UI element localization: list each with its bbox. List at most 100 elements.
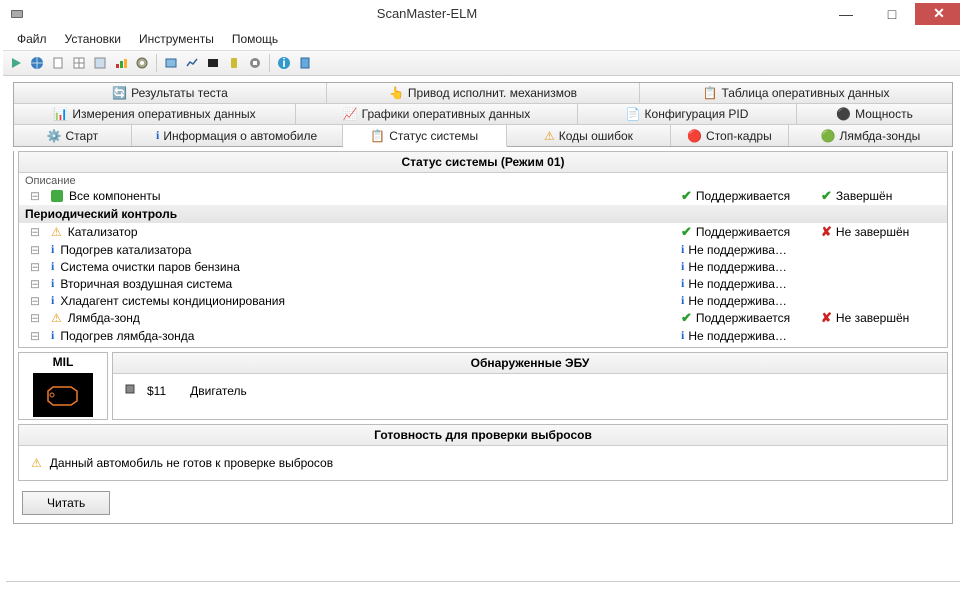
warning-icon: ⚠ bbox=[51, 346, 62, 347]
results-icon: 🔄 bbox=[112, 86, 127, 100]
item-result: Завершён bbox=[836, 189, 892, 203]
tb-line-icon[interactable] bbox=[183, 54, 201, 72]
tab-pid[interactable]: 📄Конфигурация PID bbox=[578, 104, 797, 124]
item-name: Система очистки паров бензина bbox=[60, 260, 240, 274]
list-item[interactable]: ⊟iПодогрев катализатораiНе поддержива… bbox=[19, 241, 947, 258]
list-item[interactable]: ⊟iХладагент системы кондиционированияiНе… bbox=[19, 292, 947, 309]
list-item[interactable]: ⊟Все компоненты✔Поддерживается✔Завершён bbox=[19, 187, 947, 205]
tb-stop-icon[interactable] bbox=[246, 54, 264, 72]
graph-icon: 📈 bbox=[343, 107, 358, 121]
menu-file[interactable]: Файл bbox=[9, 30, 55, 48]
info-icon: i bbox=[51, 328, 54, 343]
tb-globe-icon[interactable] bbox=[28, 54, 46, 72]
main-panel: Статус системы (Режим 01) Описание ⊟Все … bbox=[13, 151, 953, 524]
tb-run-icon[interactable] bbox=[7, 54, 25, 72]
maximize-button[interactable]: □ bbox=[869, 3, 915, 25]
tb-book-icon[interactable] bbox=[296, 54, 314, 72]
start-icon: ⚙️ bbox=[47, 129, 62, 143]
item-name: Подогрев катализатора bbox=[60, 243, 191, 257]
item-name: Все компоненты bbox=[69, 189, 161, 203]
tb-yellow-icon[interactable] bbox=[225, 54, 243, 72]
status-list[interactable]: ⊟Все компоненты✔Поддерживается✔ЗавершёнП… bbox=[19, 187, 947, 347]
tb-doc-icon[interactable] bbox=[49, 54, 67, 72]
menu-help[interactable]: Помощь bbox=[224, 30, 286, 48]
svg-text:i: i bbox=[282, 56, 285, 70]
ecu-name: Двигатель bbox=[190, 384, 247, 398]
x-icon: ✘ bbox=[821, 310, 832, 326]
info-icon: i bbox=[156, 128, 159, 143]
actuator-icon: 👆 bbox=[389, 86, 404, 100]
item-support: Поддерживается bbox=[696, 346, 790, 347]
item-name: Подогрев лямбда-зонда bbox=[60, 329, 194, 343]
tab-error-codes[interactable]: ⚠Коды ошибок bbox=[507, 125, 671, 146]
lambda-icon: 🟢 bbox=[821, 129, 836, 143]
titlebar: ScanMaster-ELM — □ ✕ bbox=[3, 0, 960, 28]
read-button[interactable]: Читать bbox=[22, 491, 110, 515]
statusbar bbox=[6, 581, 960, 597]
warn-icon: ⚠ bbox=[544, 129, 555, 143]
list-item[interactable]: ⊟iСистема очистки паров бензинаiНе подде… bbox=[19, 258, 947, 275]
meas-icon: 📊 bbox=[53, 107, 68, 121]
info-icon: i bbox=[681, 259, 684, 274]
info-icon: i bbox=[51, 293, 54, 308]
list-item[interactable]: ⊟⚠Катализатор✔Поддерживается✘Не завершён bbox=[19, 223, 947, 241]
list-item[interactable]: ⊟iПодогрев лямбда-зондаiНе поддержива… bbox=[19, 327, 947, 344]
x-icon: ✘ bbox=[821, 224, 832, 240]
check-icon: ✔ bbox=[681, 345, 692, 347]
tab-power[interactable]: ⚫Мощность bbox=[797, 104, 952, 124]
menu-tools[interactable]: Инструменты bbox=[131, 30, 222, 48]
tb-table-icon[interactable] bbox=[162, 54, 180, 72]
tab-data-table[interactable]: 📋Таблица оперативных данных bbox=[640, 83, 952, 103]
menu-settings[interactable]: Установки bbox=[57, 30, 129, 48]
item-name: Система EGR bbox=[68, 346, 146, 347]
warning-icon: ⚠ bbox=[51, 311, 62, 325]
tab-measurements[interactable]: 📊Измерения оперативных данных bbox=[14, 104, 296, 124]
tab-graphs[interactable]: 📈Графики оперативных данных bbox=[296, 104, 578, 124]
tab-results[interactable]: 🔄Результаты теста bbox=[14, 83, 327, 103]
frames-icon: 🔴 bbox=[687, 129, 702, 143]
tb-grid1-icon[interactable] bbox=[70, 54, 88, 72]
info-icon: i bbox=[681, 328, 684, 343]
tab-start[interactable]: ⚙️Старт bbox=[14, 125, 132, 146]
warning-icon: ⚠ bbox=[51, 225, 62, 239]
list-item[interactable]: ⊟⚠Лямбда-зонд✔Поддерживается✘Не завершён bbox=[19, 309, 947, 327]
readiness-title: Готовность для проверки выбросов bbox=[19, 425, 947, 446]
mil-panel: MIL bbox=[18, 352, 108, 420]
tab-vehicle-info[interactable]: iИнформация о автомобиле bbox=[132, 125, 343, 146]
ecu-panel: Обнаруженные ЭБУ $11 Двигатель bbox=[112, 352, 948, 420]
status-panel: Статус системы (Режим 01) Описание ⊟Все … bbox=[18, 151, 948, 348]
ecu-address: $11 bbox=[147, 384, 166, 398]
check-icon: ✔ bbox=[681, 188, 692, 204]
tb-chart-icon[interactable] bbox=[112, 54, 130, 72]
mil-title: MIL bbox=[21, 355, 105, 369]
minimize-button[interactable]: — bbox=[823, 3, 869, 25]
item-support: Не поддержива… bbox=[688, 260, 787, 274]
tab-actuator[interactable]: 👆Привод исполнит. механизмов bbox=[327, 83, 640, 103]
button-row: Читать bbox=[14, 485, 952, 523]
tab-lambda[interactable]: 🟢Лямбда-зонды bbox=[789, 125, 952, 146]
toolbar: i bbox=[3, 50, 960, 76]
tb-grid2-icon[interactable] bbox=[91, 54, 109, 72]
tab-system-status[interactable]: 📋Статус системы bbox=[343, 125, 507, 147]
warning-icon: ⚠ bbox=[31, 456, 42, 470]
tab-freeze-frames[interactable]: 🔴Стоп-кадры bbox=[671, 125, 789, 146]
menubar: Файл Установки Инструменты Помощь bbox=[3, 28, 960, 50]
item-name: Хладагент системы кондиционирования bbox=[60, 294, 285, 308]
app-icon bbox=[9, 6, 25, 22]
check-icon: ✔ bbox=[681, 224, 692, 240]
green-icon bbox=[51, 190, 63, 202]
list-item[interactable]: ⊟iВторичная воздушная системаiНе поддерж… bbox=[19, 275, 947, 292]
item-name: Лямбда-зонд bbox=[68, 311, 140, 325]
tb-info-icon[interactable]: i bbox=[275, 54, 293, 72]
tb-cog-icon[interactable] bbox=[133, 54, 151, 72]
item-support: Поддерживается bbox=[696, 225, 790, 239]
item-result: Не завершён bbox=[836, 346, 909, 347]
tb-black-icon[interactable] bbox=[204, 54, 222, 72]
item-support: Не поддержива… bbox=[688, 329, 787, 343]
item-support: Не поддержива… bbox=[688, 243, 787, 257]
mil-indicator bbox=[33, 373, 93, 417]
close-button[interactable]: ✕ bbox=[915, 3, 960, 25]
list-item[interactable]: ⊟⚠Система EGR✔Поддерживается✘Не завершён bbox=[19, 344, 947, 347]
item-name: Катализатор bbox=[68, 225, 138, 239]
status-icon: 📋 bbox=[370, 129, 385, 143]
